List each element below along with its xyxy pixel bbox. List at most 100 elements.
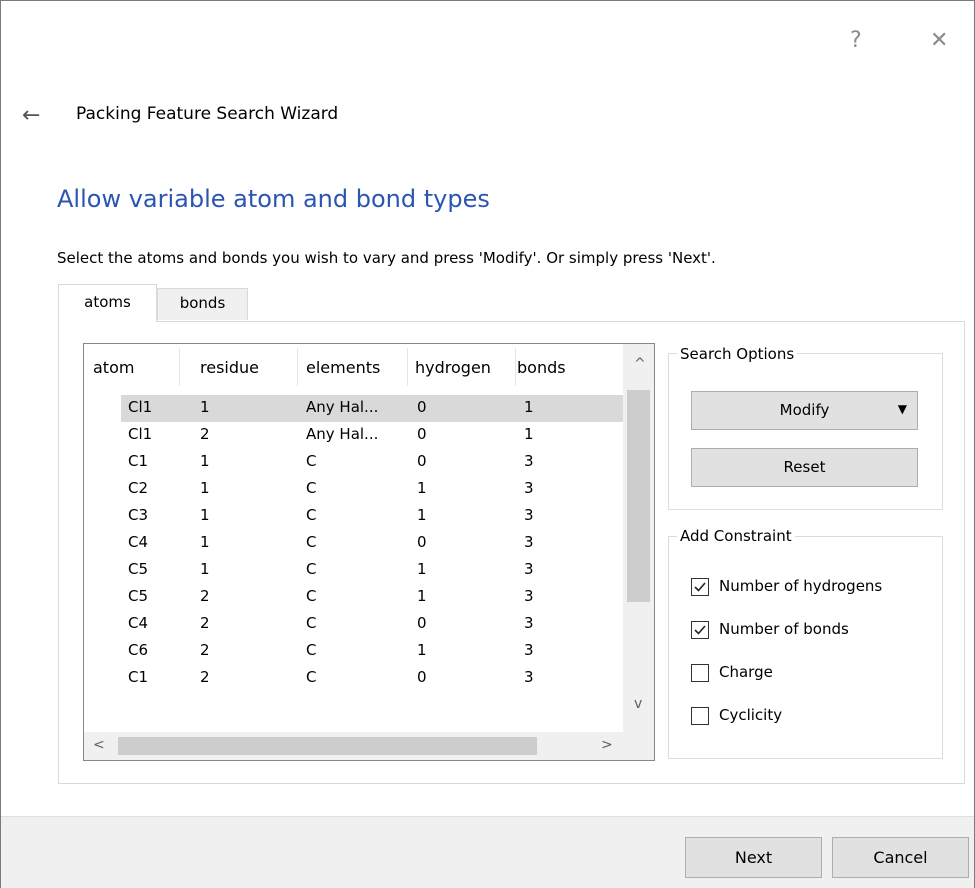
page-heading: Allow variable atom and bond types — [57, 185, 490, 213]
cell-bonds: 3 — [524, 479, 534, 497]
cell-hydrogen: 0 — [417, 668, 427, 686]
horizontal-scroll-thumb[interactable] — [118, 737, 537, 755]
cell-atom: C3 — [128, 506, 149, 524]
cell-hydrogen: 1 — [417, 560, 427, 578]
column-header-hydrogen[interactable]: hydrogen — [415, 358, 491, 380]
scroll-right-icon[interactable]: > — [601, 737, 613, 753]
tab-bonds[interactable]: bonds — [157, 288, 248, 320]
cell-bonds: 3 — [524, 506, 534, 524]
column-header-elements[interactable]: elements — [306, 358, 380, 380]
cell-elements: Any Hal... — [306, 425, 379, 443]
vertical-scrollbar[interactable]: ^ v — [623, 344, 654, 732]
cell-elements: C — [306, 506, 317, 524]
tab-atoms[interactable]: atoms — [58, 284, 157, 322]
cell-residue: 1 — [200, 506, 210, 524]
table-row[interactable]: C2 1 C 1 3 — [84, 476, 623, 503]
table-row[interactable]: C4 1 C 0 3 — [84, 530, 623, 557]
cell-hydrogen: 1 — [417, 479, 427, 497]
atoms-table[interactable]: atom residue elements hydrogen bonds Cl1… — [83, 343, 655, 761]
cell-residue: 1 — [200, 533, 210, 551]
next-button[interactable]: Next — [685, 837, 822, 878]
back-arrow-icon[interactable]: ← — [22, 103, 40, 128]
cell-atom: C1 — [128, 452, 149, 470]
cell-bonds: 3 — [524, 668, 534, 686]
cell-atom: Cl1 — [128, 425, 153, 443]
cell-residue: 1 — [200, 398, 210, 416]
modify-button[interactable]: Modify ▼ — [691, 391, 918, 430]
table-row[interactable]: C6 2 C 1 3 — [84, 638, 623, 665]
cell-elements: C — [306, 533, 317, 551]
cell-elements: C — [306, 560, 317, 578]
column-divider[interactable] — [407, 348, 408, 386]
cell-bonds: 1 — [524, 425, 534, 443]
table-row[interactable]: C5 1 C 1 3 — [84, 557, 623, 584]
column-divider[interactable] — [515, 348, 516, 386]
cell-hydrogen: 1 — [417, 587, 427, 605]
column-header-atom[interactable]: atom — [93, 358, 134, 380]
number-of-hydrogens-label[interactable]: Number of hydrogens — [719, 577, 882, 595]
cell-hydrogen: 1 — [417, 506, 427, 524]
scroll-down-icon[interactable]: v — [634, 696, 642, 712]
cell-atom: C1 — [128, 668, 149, 686]
cyclicity-checkbox[interactable] — [691, 707, 709, 725]
table-row[interactable]: C1 2 C 0 3 — [84, 665, 623, 692]
cell-residue: 1 — [200, 479, 210, 497]
table-row[interactable]: Cl1 1 Any Hal... 0 1 — [84, 395, 623, 422]
cell-elements: C — [306, 641, 317, 659]
checkmark-icon — [694, 582, 706, 592]
column-header-bonds[interactable]: bonds — [517, 358, 566, 380]
dropdown-arrow-icon: ▼ — [897, 402, 907, 416]
cell-bonds: 3 — [524, 641, 534, 659]
cell-bonds: 1 — [524, 398, 534, 416]
cell-hydrogen: 0 — [417, 614, 427, 632]
table-row[interactable]: C3 1 C 1 3 — [84, 503, 623, 530]
table-row[interactable]: C1 1 C 0 3 — [84, 449, 623, 476]
search-options-title: Search Options — [677, 345, 798, 363]
vertical-scroll-thumb[interactable] — [627, 390, 650, 602]
cell-residue: 1 — [200, 560, 210, 578]
table-row[interactable]: C4 2 C 0 3 — [84, 611, 623, 638]
number-of-hydrogens-checkbox[interactable] — [691, 578, 709, 596]
close-icon[interactable]: ✕ — [930, 28, 948, 53]
number-of-bonds-checkbox[interactable] — [691, 621, 709, 639]
cell-atom: C4 — [128, 533, 149, 551]
column-header-residue[interactable]: residue — [200, 358, 259, 380]
cell-elements: C — [306, 587, 317, 605]
scroll-up-icon[interactable]: ^ — [634, 356, 646, 372]
cell-elements: C — [306, 452, 317, 470]
horizontal-scrollbar[interactable]: < > — [84, 732, 623, 760]
cell-elements: C — [306, 668, 317, 686]
cell-elements: Any Hal... — [306, 398, 379, 416]
reset-button[interactable]: Reset — [691, 448, 918, 487]
cell-atom: C5 — [128, 587, 149, 605]
instruction-text: Select the atoms and bonds you wish to v… — [57, 249, 716, 267]
cell-atom: C6 — [128, 641, 149, 659]
charge-label[interactable]: Charge — [719, 663, 773, 681]
number-of-bonds-label[interactable]: Number of bonds — [719, 620, 849, 638]
cell-hydrogen: 0 — [417, 425, 427, 443]
cell-elements: C — [306, 479, 317, 497]
table-row[interactable]: Cl1 2 Any Hal... 0 1 — [84, 422, 623, 449]
scrollbar-corner — [623, 732, 654, 760]
cell-atom: C4 — [128, 614, 149, 632]
cell-bonds: 3 — [524, 587, 534, 605]
cell-hydrogen: 1 — [417, 641, 427, 659]
help-icon[interactable]: ? — [850, 28, 862, 53]
table-row[interactable]: C5 2 C 1 3 — [84, 584, 623, 611]
cell-elements: C — [306, 614, 317, 632]
column-divider[interactable] — [297, 348, 298, 386]
cell-hydrogen: 0 — [417, 398, 427, 416]
cell-bonds: 3 — [524, 560, 534, 578]
modify-label: Modify — [779, 401, 830, 419]
wizard-title: Packing Feature Search Wizard — [76, 104, 339, 124]
column-divider[interactable] — [179, 348, 180, 386]
cyclicity-label[interactable]: Cyclicity — [719, 706, 782, 724]
cell-atom: C5 — [128, 560, 149, 578]
checkmark-icon — [694, 625, 706, 635]
cell-residue: 2 — [200, 668, 210, 686]
scroll-left-icon[interactable]: < — [93, 737, 105, 753]
charge-checkbox[interactable] — [691, 664, 709, 682]
cancel-button[interactable]: Cancel — [832, 837, 969, 878]
cell-hydrogen: 0 — [417, 452, 427, 470]
cell-bonds: 3 — [524, 452, 534, 470]
